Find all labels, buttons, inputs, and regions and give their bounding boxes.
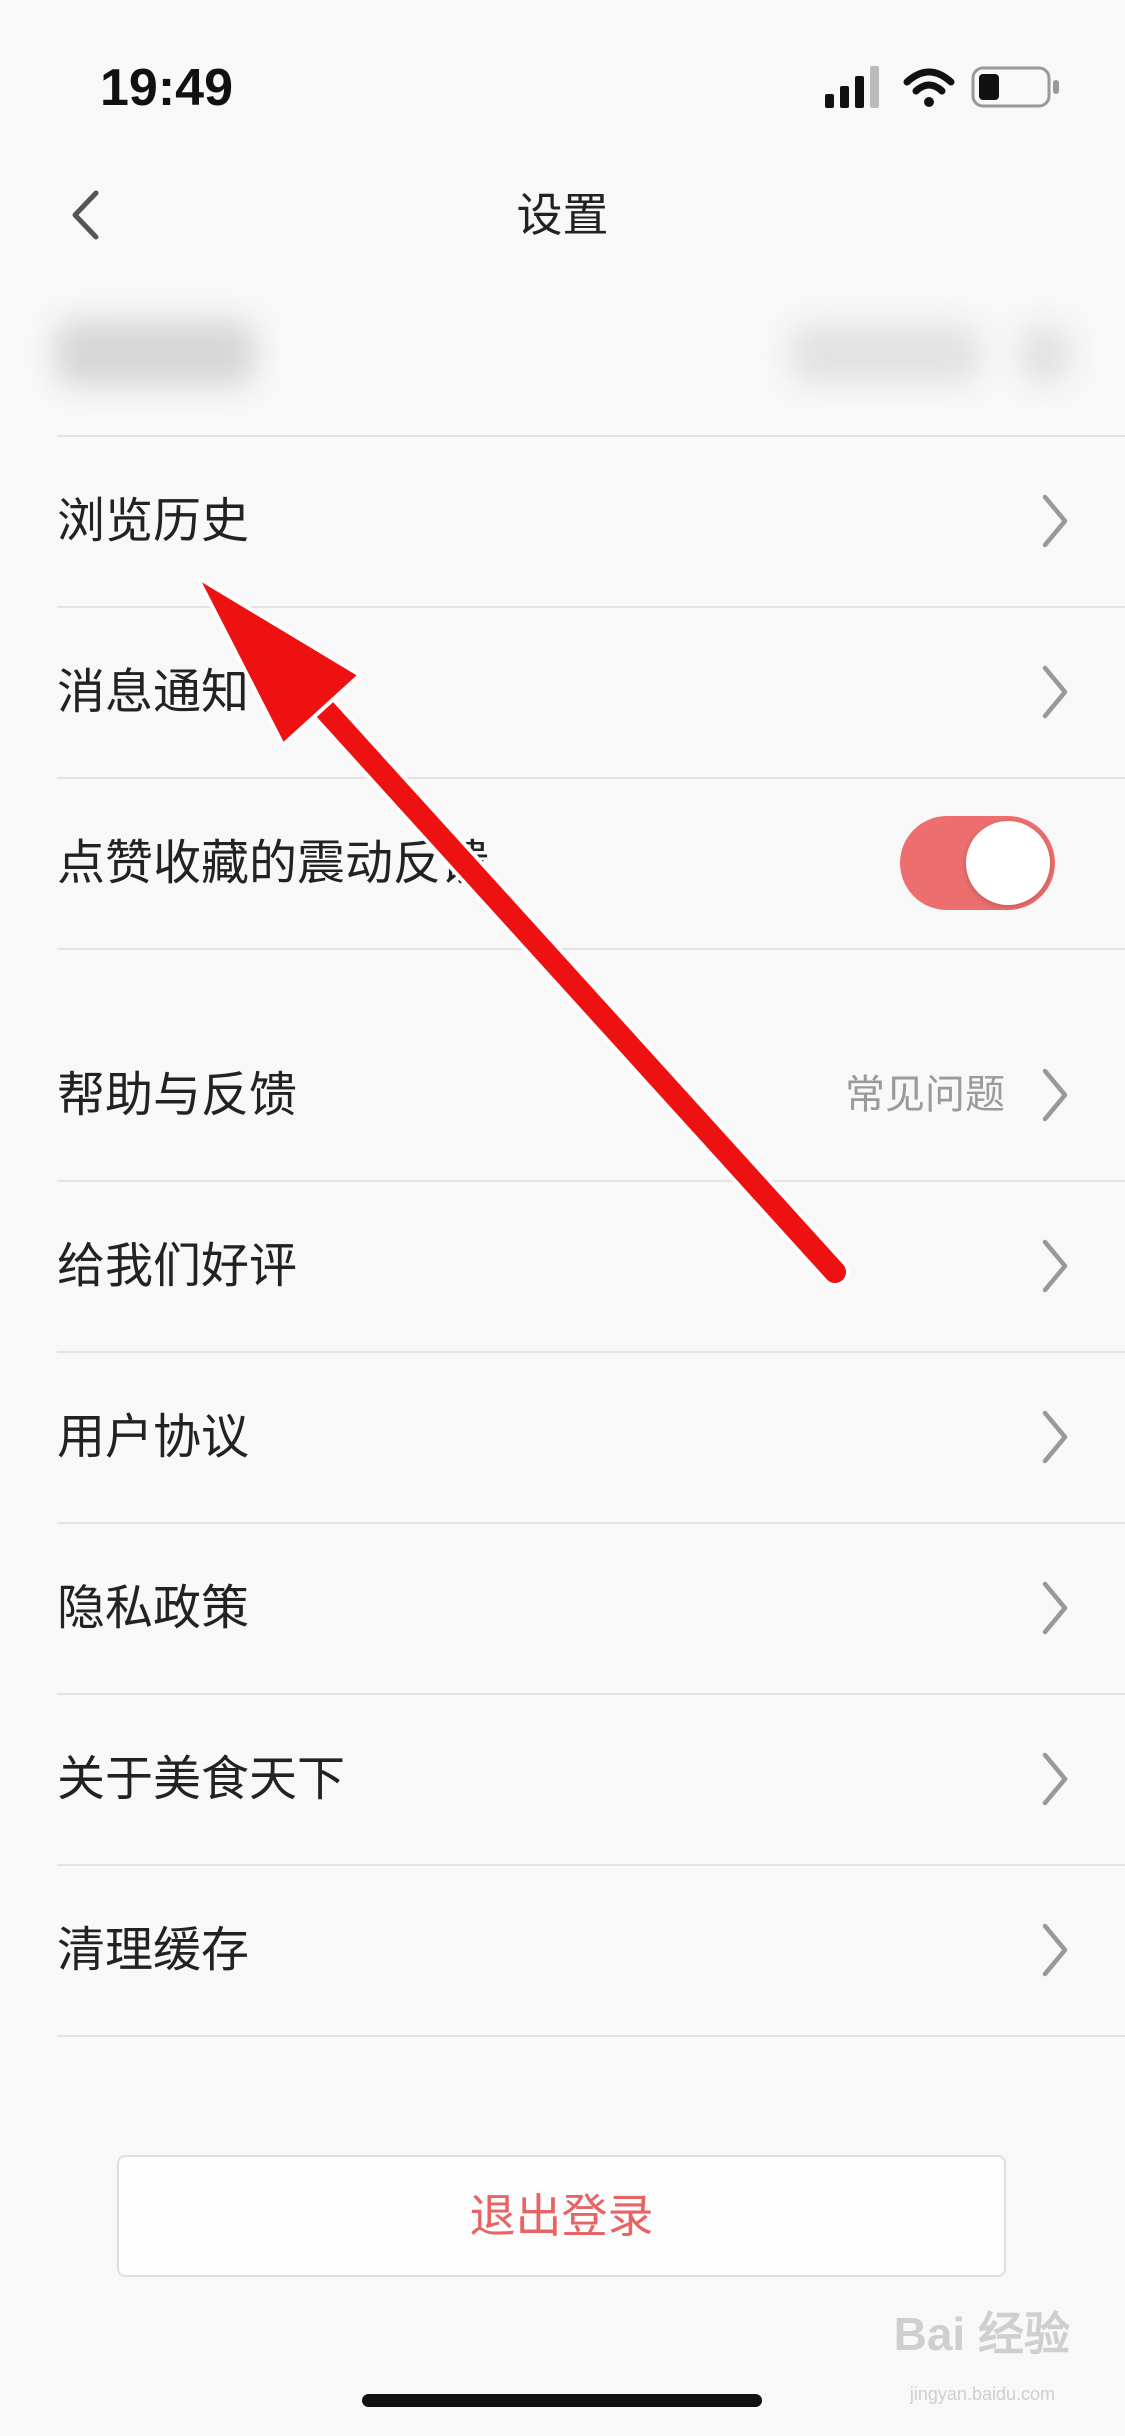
settings-item-user-agreement[interactable]: 用户协议 [0, 1352, 1125, 1522]
divider [57, 2035, 1125, 2037]
chevron-right-icon [1042, 1068, 1068, 1122]
settings-item-rate-us[interactable]: 给我们好评 [0, 1181, 1125, 1351]
divider [57, 948, 1125, 950]
signal-icon [825, 66, 879, 108]
chevron-left-icon [72, 190, 99, 240]
row-label: 隐私政策 [57, 1580, 250, 1636]
settings-item-notifications[interactable]: 消息通知 [0, 607, 1125, 777]
blurred-account-name [55, 320, 255, 386]
row-label: 给我们好评 [57, 1238, 298, 1294]
status-bar: 19:49 [0, 0, 1125, 150]
chevron-right-icon [1042, 1410, 1068, 1464]
chevron-right-icon [1042, 665, 1068, 719]
settings-item-browse-history[interactable]: 浏览历史 [0, 436, 1125, 606]
chevron-right-icon [1042, 1923, 1068, 1977]
home-indicator [362, 2394, 762, 2407]
settings-item-privacy-policy[interactable]: 隐私政策 [0, 1523, 1125, 1693]
wifi-icon [903, 68, 955, 107]
chevron-right-icon [1042, 1581, 1068, 1635]
row-label: 帮助与反馈 [57, 1067, 298, 1123]
toggle-knob [966, 821, 1050, 905]
watermark-domain: jingyan.baidu.com [909, 2384, 1055, 2404]
baidu-watermark: Bai 经验 [893, 2308, 1070, 2360]
row-label: 浏览历史 [57, 493, 250, 549]
row-label: 用户协议 [57, 1409, 250, 1465]
status-time: 19:49 [100, 59, 233, 117]
chevron-right-icon [1042, 1752, 1068, 1806]
settings-item-vibration-feedback: 点赞收藏的震动反馈 [0, 778, 1125, 948]
chevron-right-icon [1042, 494, 1068, 548]
nav-bar: 设置 [0, 150, 1125, 280]
row-label: 清理缓存 [57, 1922, 250, 1978]
row-label: 点赞收藏的震动反馈 [57, 835, 490, 891]
page-title: 设置 [516, 188, 609, 242]
blurred-account-info [790, 325, 980, 383]
settings-item-clear-cache[interactable]: 清理缓存 [0, 1865, 1125, 2035]
row-label: 关于美食天下 [57, 1751, 346, 1807]
status-icons [825, 64, 1065, 112]
settings-item-help-feedback[interactable]: 帮助与反馈 常见问题 [0, 1010, 1125, 1180]
chevron-right-icon [1042, 1239, 1068, 1293]
logout-button[interactable]: 退出登录 [117, 2155, 1006, 2277]
settings-item-about[interactable]: 关于美食天下 [0, 1694, 1125, 1864]
help-hint: 常见问题 [845, 1072, 1005, 1118]
blurred-chevron [1020, 325, 1070, 383]
back-button[interactable] [40, 160, 130, 270]
account-row[interactable] [0, 290, 1125, 435]
battery-icon [971, 66, 1059, 108]
vibration-toggle[interactable] [900, 816, 1055, 910]
row-label: 消息通知 [57, 664, 250, 720]
